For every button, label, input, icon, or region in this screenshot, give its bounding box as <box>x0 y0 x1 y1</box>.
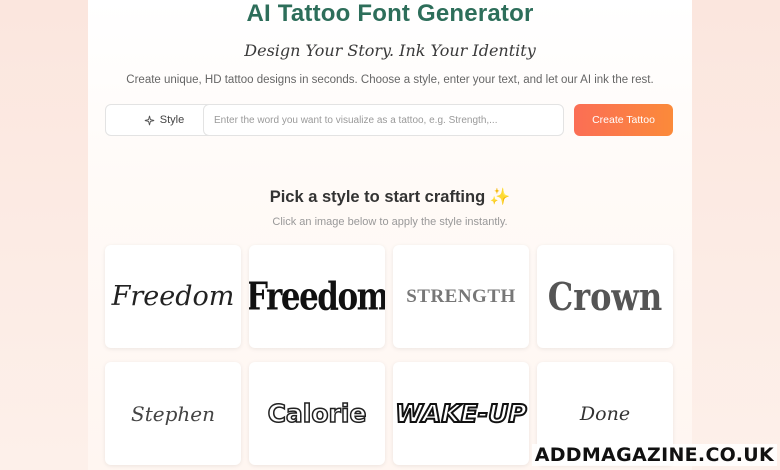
style-sample-text: Done <box>579 402 631 425</box>
style-sample-text: Stephen <box>131 401 215 426</box>
style-sample-text: WAKE-UP <box>394 398 527 429</box>
page-title: AI Tattoo Font Generator <box>246 0 534 27</box>
create-tattoo-button[interactable]: Create Tattoo <box>574 104 673 136</box>
style-card-signature-stephen[interactable]: Stephen <box>105 362 241 465</box>
page-subtitle: Create unique, HD tattoo designs in seco… <box>126 74 654 86</box>
style-card-engraved-strength[interactable]: STRENGTH <box>393 245 529 348</box>
sparkle-icon <box>144 115 154 125</box>
style-grid: Freedom Freedom STRENGTH Crown Stephen C… <box>105 245 673 465</box>
style-sample-text: Crown <box>547 273 663 320</box>
right-background <box>692 0 780 470</box>
generator-page: AI Tattoo Font Generator Design Your Sto… <box>88 0 692 470</box>
styles-section-title: Pick a style to start crafting ✨ <box>269 188 511 206</box>
style-button-label: Style <box>159 114 185 126</box>
style-card-bold-wakeup[interactable]: WAKE-UP <box>393 362 529 465</box>
style-sample-text: Freedom <box>249 274 385 319</box>
style-card-gothic-freedom[interactable]: Freedom <box>249 245 385 348</box>
page-tagline: Design Your Story. Ink Your Identity <box>244 41 536 60</box>
styles-section-subtitle: Click an image below to apply the style … <box>272 216 508 228</box>
style-sample-text: Freedom <box>111 281 235 312</box>
style-sample-text: Calorie <box>267 398 367 429</box>
site-watermark: ADDMAGAZINE.CO.UK <box>531 444 777 466</box>
left-background <box>0 0 88 470</box>
style-sample-text: STRENGTH <box>406 285 516 307</box>
style-card-graffiti-calorie[interactable]: Calorie <box>249 362 385 465</box>
style-card-script-freedom[interactable]: Freedom <box>105 245 241 348</box>
tattoo-word-input[interactable] <box>203 104 564 136</box>
style-card-drip-crown[interactable]: Crown <box>537 245 673 348</box>
